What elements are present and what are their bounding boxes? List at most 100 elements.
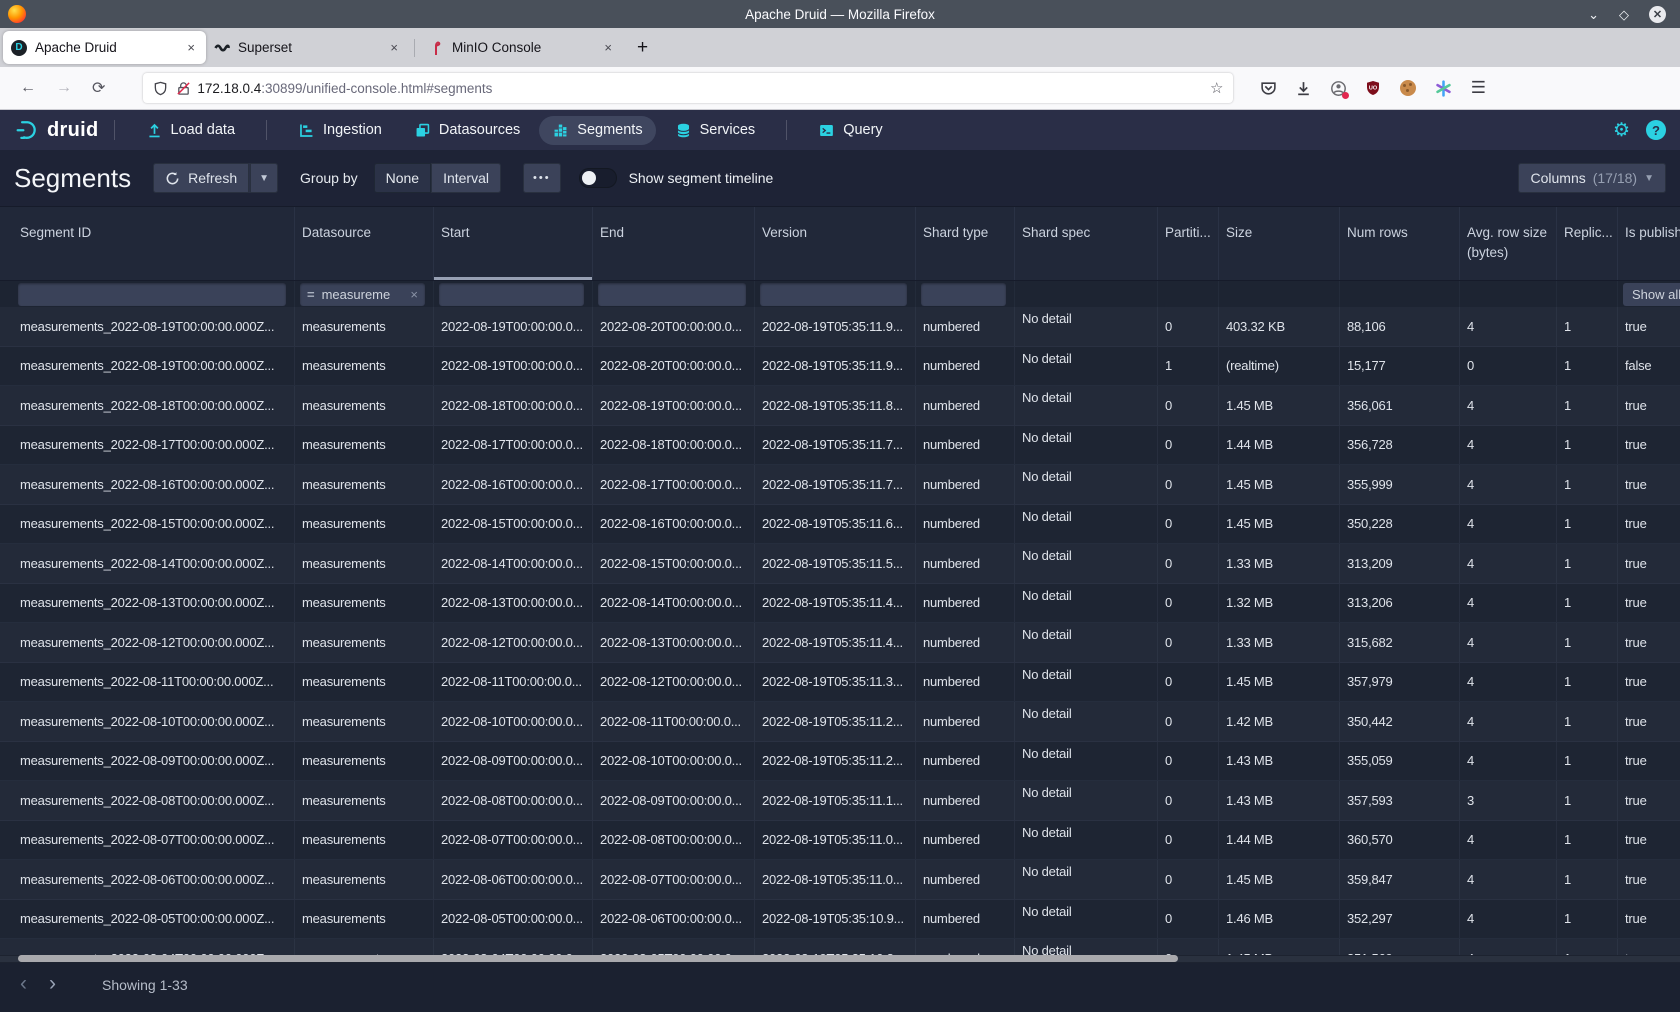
tab-close-icon[interactable]: × [601, 40, 615, 55]
cell-start[interactable]: 2022-08-06T00:00:00.0... [434, 860, 593, 899]
chevron-left-icon[interactable]: ‹ [20, 975, 27, 993]
cell-segment-id[interactable]: measurements_2022-08-10T00:00:00.000Z... [13, 702, 295, 741]
cell-datasource[interactable]: measurements [295, 584, 434, 623]
cell-partiti[interactable]: 0 [1158, 781, 1219, 820]
scrollbar-thumb[interactable] [18, 955, 1178, 962]
cell-segment-id[interactable]: measurements_2022-08-12T00:00:00.000Z... [13, 623, 295, 662]
menu-icon[interactable]: ☰ [1469, 79, 1487, 97]
cell-size[interactable]: 1.32 MB [1219, 584, 1340, 623]
cell-start[interactable]: 2022-08-10T00:00:00.0... [434, 702, 593, 741]
cell-shard-type[interactable]: numbered [916, 663, 1015, 702]
column-header-end[interactable]: End [593, 207, 755, 280]
cell-start[interactable]: 2022-08-19T00:00:00.0... [434, 347, 593, 386]
cell-num-rows[interactable]: 356,728 [1340, 426, 1460, 465]
cell-shard-type[interactable]: numbered [916, 821, 1015, 860]
cell-size[interactable]: 1.45 MB [1219, 860, 1340, 899]
cell-num-rows[interactable]: 313,209 [1340, 544, 1460, 583]
filter-input-segment-id[interactable] [18, 283, 286, 306]
cell-datasource[interactable]: measurements [295, 623, 434, 662]
cell-start[interactable]: 2022-08-08T00:00:00.0... [434, 781, 593, 820]
cell-is-published[interactable]: true [1618, 623, 1680, 662]
cell-version[interactable]: 2022-08-19T05:35:11.9... [755, 347, 916, 386]
cell-size[interactable]: 1.43 MB [1219, 781, 1340, 820]
cell-shard-spec[interactable]: No detail [1015, 465, 1158, 504]
cell-avg-row-size-bytes[interactable]: 4 [1460, 544, 1557, 583]
column-header-segment-id[interactable]: Segment ID [13, 207, 295, 280]
cell-end[interactable]: 2022-08-14T00:00:00.0... [593, 584, 755, 623]
cell-datasource[interactable]: measurements [295, 663, 434, 702]
cell-num-rows[interactable]: 88,106 [1340, 307, 1460, 346]
cell-datasource[interactable]: measurements [295, 347, 434, 386]
column-header-replic[interactable]: Replic... [1557, 207, 1618, 280]
cell-num-rows[interactable]: 352,297 [1340, 900, 1460, 939]
cell-shard-type[interactable]: numbered [916, 584, 1015, 623]
cell-segment-id[interactable]: measurements_2022-08-16T00:00:00.000Z... [13, 465, 295, 504]
cell-is-published[interactable]: true [1618, 465, 1680, 504]
filter-input-version[interactable] [760, 283, 907, 306]
filter-input-end[interactable] [598, 283, 746, 306]
cell-replic[interactable]: 1 [1557, 584, 1618, 623]
clear-filter-icon[interactable]: × [410, 287, 418, 302]
minimize-icon[interactable]: ⌄ [1588, 8, 1599, 21]
url-bar[interactable]: 172.18.0.4:30899/unified-console.html#se… [143, 73, 1233, 103]
cell-segment-id[interactable]: measurements_2022-08-04T00:00:00.000Z... [13, 939, 295, 955]
cell-partiti[interactable]: 0 [1158, 939, 1219, 955]
cell-segment-id[interactable]: measurements_2022-08-18T00:00:00.000Z... [13, 386, 295, 425]
cell-is-published[interactable]: true [1618, 781, 1680, 820]
back-icon[interactable]: ← [20, 79, 36, 97]
cell-avg-row-size-bytes[interactable]: 4 [1460, 386, 1557, 425]
cell-segment-id[interactable]: measurements_2022-08-14T00:00:00.000Z... [13, 544, 295, 583]
cell-datasource[interactable]: measurements [295, 702, 434, 741]
group-by-interval-button[interactable]: Interval [431, 163, 501, 193]
cell-segment-id[interactable]: measurements_2022-08-17T00:00:00.000Z... [13, 426, 295, 465]
column-header-is-published[interactable]: Is published [1618, 207, 1680, 280]
cell-partiti[interactable]: 0 [1158, 426, 1219, 465]
cell-segment-id[interactable]: measurements_2022-08-19T00:00:00.000Z... [13, 347, 295, 386]
cell-shard-type[interactable]: numbered [916, 426, 1015, 465]
cell-segment-id[interactable]: measurements_2022-08-13T00:00:00.000Z... [13, 584, 295, 623]
chevron-right-icon[interactable]: › [49, 975, 56, 993]
cell-version[interactable]: 2022-08-19T05:35:11.5... [755, 544, 916, 583]
column-header-version[interactable]: Version [755, 207, 916, 280]
cell-segment-id[interactable]: measurements_2022-08-15T00:00:00.000Z... [13, 505, 295, 544]
cell-start[interactable]: 2022-08-09T00:00:00.0... [434, 742, 593, 781]
cell-replic[interactable]: 1 [1557, 939, 1618, 955]
column-header-shard-spec[interactable]: Shard spec [1015, 207, 1158, 280]
cell-start[interactable]: 2022-08-14T00:00:00.0... [434, 544, 593, 583]
nav-item-segments[interactable]: Segments [539, 116, 655, 145]
cell-datasource[interactable]: measurements [295, 900, 434, 939]
cell-datasource[interactable]: measurements [295, 860, 434, 899]
cell-avg-row-size-bytes[interactable]: 4 [1460, 465, 1557, 504]
cell-is-published[interactable]: true [1618, 584, 1680, 623]
cell-shard-spec[interactable]: No detail [1015, 426, 1158, 465]
cell-shard-type[interactable]: numbered [916, 307, 1015, 346]
cell-is-published[interactable]: true [1618, 505, 1680, 544]
cell-size[interactable]: 1.33 MB [1219, 544, 1340, 583]
column-header-partiti[interactable]: Partiti... [1158, 207, 1219, 280]
cell-start[interactable]: 2022-08-13T00:00:00.0... [434, 584, 593, 623]
cell-start[interactable]: 2022-08-05T00:00:00.0... [434, 900, 593, 939]
cell-start[interactable]: 2022-08-19T00:00:00.0... [434, 307, 593, 346]
cell-num-rows[interactable]: 15,177 [1340, 347, 1460, 386]
cell-partiti[interactable]: 0 [1158, 742, 1219, 781]
cell-partiti[interactable]: 0 [1158, 663, 1219, 702]
cell-version[interactable]: 2022-08-19T05:35:11.6... [755, 505, 916, 544]
cell-end[interactable]: 2022-08-16T00:00:00.0... [593, 505, 755, 544]
cell-is-published[interactable]: true [1618, 860, 1680, 899]
cell-start[interactable]: 2022-08-04T00:00:00.0... [434, 939, 593, 955]
cell-datasource[interactable]: measurements [295, 544, 434, 583]
cell-is-published[interactable]: true [1618, 544, 1680, 583]
cell-num-rows[interactable]: 356,061 [1340, 386, 1460, 425]
cell-segment-id[interactable]: measurements_2022-08-06T00:00:00.000Z... [13, 860, 295, 899]
reload-icon[interactable]: ⟳ [92, 78, 105, 98]
cell-avg-row-size-bytes[interactable]: 4 [1460, 623, 1557, 662]
cell-end[interactable]: 2022-08-13T00:00:00.0... [593, 623, 755, 662]
lock-insecure-icon[interactable] [176, 81, 191, 96]
cell-end[interactable]: 2022-08-08T00:00:00.0... [593, 821, 755, 860]
column-header-datasource[interactable]: Datasource [295, 207, 434, 280]
cell-start[interactable]: 2022-08-11T00:00:00.0... [434, 663, 593, 702]
cell-avg-row-size-bytes[interactable]: 4 [1460, 307, 1557, 346]
cell-end[interactable]: 2022-08-19T00:00:00.0... [593, 386, 755, 425]
cell-version[interactable]: 2022-08-19T05:35:11.7... [755, 426, 916, 465]
cookie-icon[interactable] [1399, 79, 1417, 97]
